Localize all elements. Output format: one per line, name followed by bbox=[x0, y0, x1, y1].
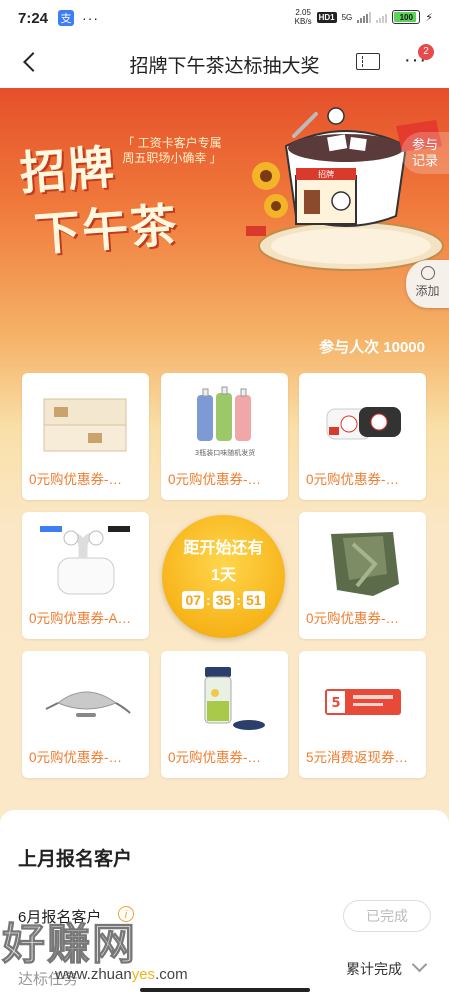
hd-icon: HD1 bbox=[316, 11, 337, 23]
section-title: 上月报名客户 bbox=[18, 849, 133, 870]
more-notifications-icon: ··· bbox=[82, 10, 100, 26]
prize-card[interactable]: 5 5元消费返现券… bbox=[299, 651, 426, 778]
net-speed: 2.05 KB/s bbox=[295, 8, 312, 26]
net-speed-unit: KB/s bbox=[294, 17, 312, 26]
countdown-timer: 距开始还有 1天 07 : 35 : 51 bbox=[162, 515, 285, 638]
record-label-1: 参与 bbox=[411, 137, 438, 152]
battery-level: 100 bbox=[399, 12, 413, 22]
home-indicator[interactable] bbox=[140, 988, 310, 992]
nav-bar: 招牌下午茶达标抽大奖 ··· 2 bbox=[0, 36, 449, 88]
cumulative-label[interactable]: 累计完成 bbox=[346, 959, 402, 979]
prize-card[interactable]: 0元购优惠券-A… bbox=[22, 512, 149, 639]
page-title: 招牌下午茶达标抽大奖 bbox=[129, 56, 320, 77]
earbuds-icon bbox=[40, 526, 130, 595]
eye-mask-icon bbox=[45, 691, 131, 717]
record-label-2: 记录 bbox=[411, 153, 438, 168]
campaign-title-line2: 下午茶 bbox=[32, 197, 180, 262]
network-type: 5G bbox=[341, 12, 353, 22]
participant-count: 参与人次 10000 bbox=[319, 339, 425, 356]
cashback-coupon-icon: 5 bbox=[325, 689, 401, 715]
status-indicators: 2.05 KB/s HD1 5G 100 ⚡ bbox=[295, 8, 433, 26]
campaign-title-line1: 招牌 bbox=[18, 139, 118, 201]
campaign-tagline: 「 工资卡客户专属 周五职场小确幸 」 bbox=[118, 136, 226, 166]
prize-label: 0元购优惠券-… bbox=[306, 611, 400, 626]
alipay-notification-icon: 支 bbox=[58, 10, 75, 26]
teacup-shop-illustration: 招牌 bbox=[246, 107, 444, 271]
net-speed-value: 2.05 bbox=[295, 8, 311, 17]
ticket-icon[interactable] bbox=[356, 53, 380, 70]
charging-icon: ⚡ bbox=[425, 11, 433, 24]
status-bar: 7:24 支 ··· 2.05 KB/s HD1 5G 100 ⚡ bbox=[0, 0, 449, 36]
prize-card[interactable]: 0元购优惠券-… bbox=[22, 651, 149, 778]
prize-label: 0元购优惠券-… bbox=[29, 750, 123, 765]
watermark-url-accent: yes bbox=[131, 966, 156, 983]
participation-record-button[interactable]: 参与 记录 bbox=[401, 132, 449, 174]
prize-label: 0元购优惠券-… bbox=[29, 472, 123, 487]
prize-label: 0元购优惠券-… bbox=[168, 472, 262, 487]
prize-card[interactable]: 0元购优惠券-… bbox=[161, 651, 288, 778]
watermark-logo: 好赚网 bbox=[2, 920, 137, 971]
shop-sign: 招牌 bbox=[318, 169, 334, 179]
prize-card[interactable]: 0元购优惠券-… bbox=[22, 373, 149, 500]
blender-icon bbox=[204, 667, 265, 730]
countdown-clock: 07 : 35 : 51 bbox=[162, 591, 285, 609]
watermark-url-prefix: www.zhuan bbox=[55, 966, 132, 983]
completed-button[interactable]: 已完成 bbox=[343, 900, 431, 932]
pillow-icon bbox=[326, 407, 401, 440]
tagline-line2: 周五职场小确幸 」 bbox=[122, 151, 222, 165]
tissue-pack-icon bbox=[43, 398, 127, 452]
tagline-line1: 「 工资卡客户专属 bbox=[122, 136, 222, 150]
drink-bottles-icon: 3瓶装口味随机发货 bbox=[195, 386, 255, 457]
prize-card[interactable]: 3瓶装口味随机发货 0元购优惠券-… bbox=[161, 373, 288, 500]
clock-icon bbox=[420, 266, 435, 280]
notification-badge: 2 bbox=[418, 44, 434, 60]
prize-card[interactable]: 0元购优惠券-… bbox=[299, 373, 426, 500]
countdown-days: 1天 bbox=[211, 567, 236, 584]
add-reminder-button[interactable]: 添加 bbox=[406, 260, 449, 308]
blanket-icon bbox=[331, 532, 399, 596]
countdown-title: 距开始还有 bbox=[183, 540, 264, 557]
prize-label: 0元购优惠券-… bbox=[168, 750, 262, 765]
prize-label: 0元购优惠券-A… bbox=[29, 611, 132, 626]
battery-icon: 100 bbox=[392, 10, 421, 24]
signal-2-icon bbox=[376, 11, 388, 23]
countdown-hours: 07 bbox=[182, 591, 205, 609]
status-time: 7:24 bbox=[18, 9, 49, 27]
watermark-url-suffix: .com bbox=[155, 966, 188, 983]
watermark-url: www.zhuanyes.com bbox=[55, 966, 188, 983]
coupon-value: 5 bbox=[331, 696, 340, 711]
signal-icon bbox=[357, 11, 372, 23]
add-label: 添加 bbox=[415, 284, 440, 298]
countdown-seconds: 51 bbox=[242, 591, 265, 609]
countdown-minutes: 35 bbox=[212, 591, 235, 609]
drink-caption: 3瓶装口味随机发货 bbox=[195, 448, 255, 457]
prize-label: 0元购优惠券-… bbox=[306, 472, 400, 487]
prize-label: 5元消费返现券… bbox=[306, 750, 409, 765]
chevron-down-icon[interactable] bbox=[411, 956, 428, 973]
prize-card[interactable]: 0元购优惠券-… bbox=[299, 512, 426, 639]
